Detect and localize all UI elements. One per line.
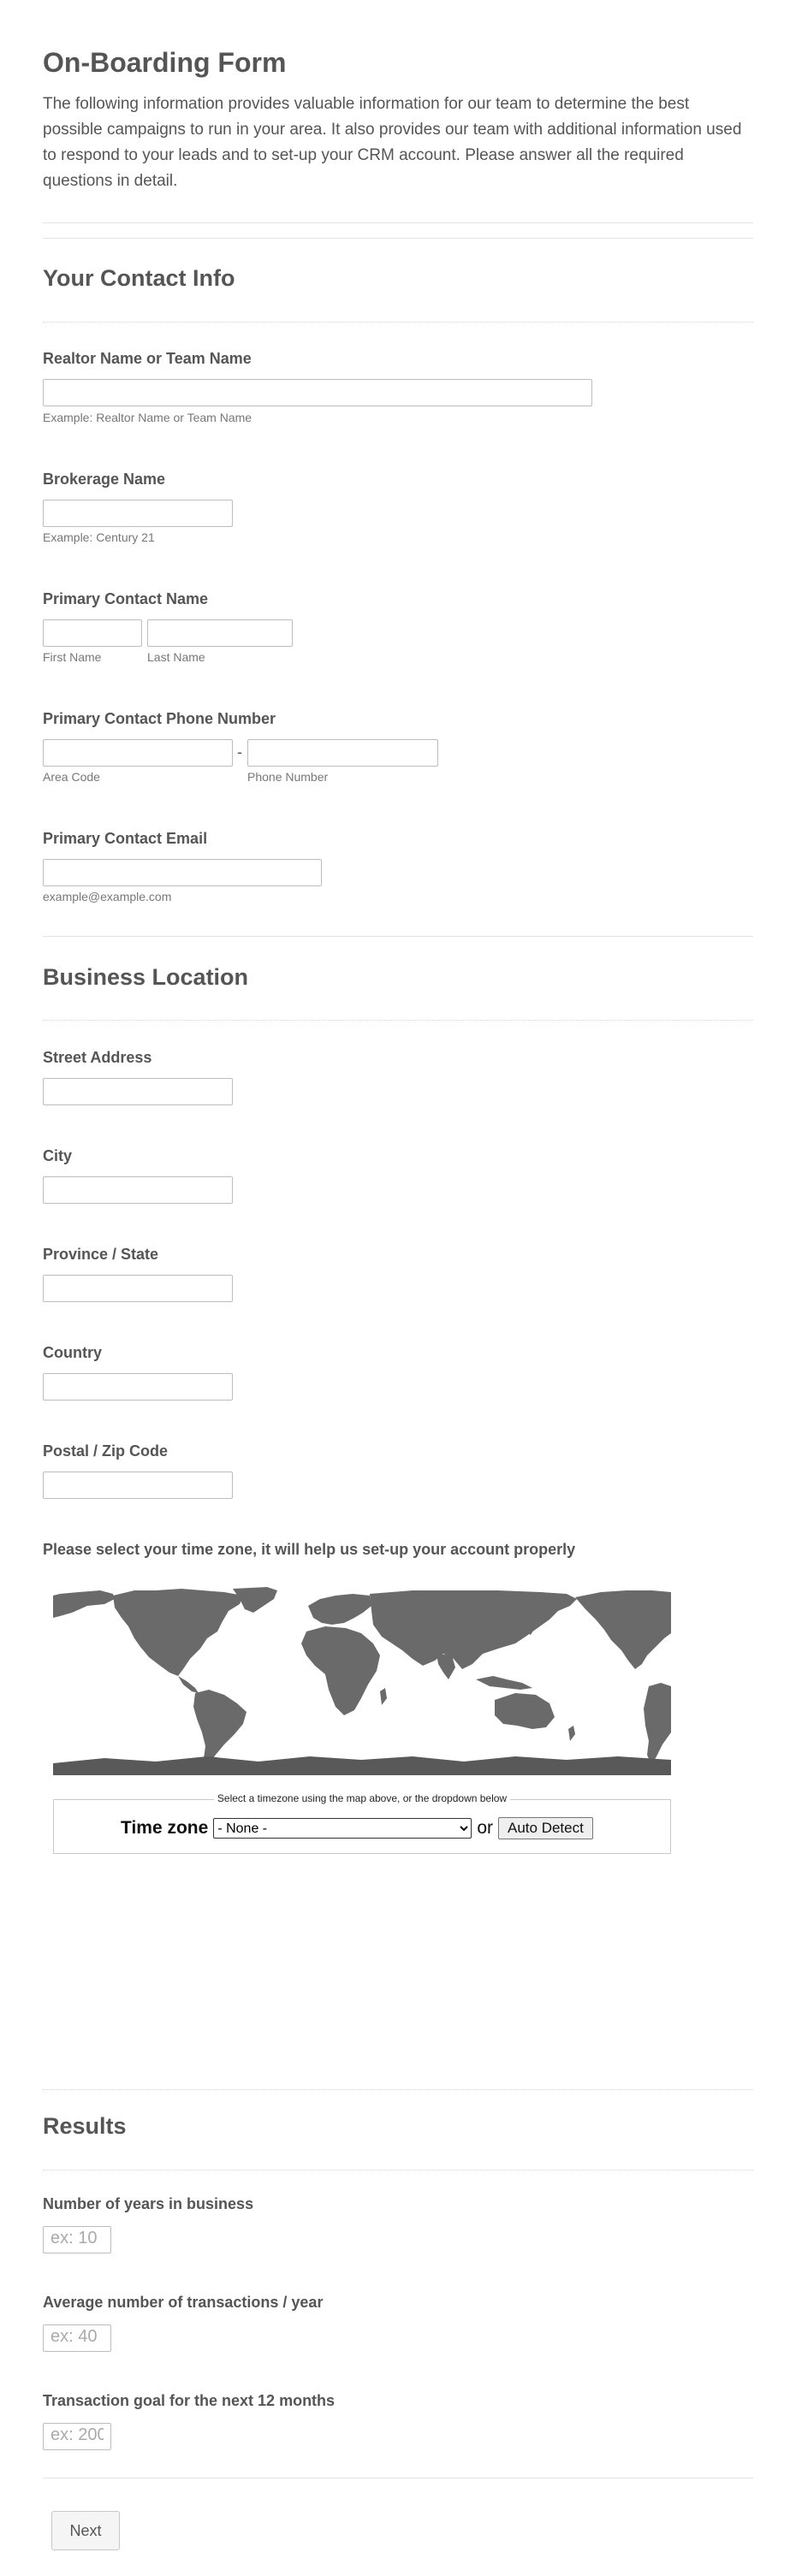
divider: [43, 1020, 753, 1021]
page-title: On-Boarding Form: [43, 47, 287, 78]
last-name-hint: Last Name: [147, 650, 205, 664]
brokerage-label: Brokerage Name: [43, 471, 166, 488]
first-name-hint: First Name: [43, 650, 102, 664]
area-code-hint: Area Code: [43, 770, 100, 784]
intro-text: The following information provides valua…: [43, 95, 742, 190]
goal-label: Transaction goal for the next 12 months: [43, 2392, 336, 2409]
realtor-name-input[interactable]: [43, 379, 592, 406]
timezone-question: Please select your time zone, it will he…: [43, 1541, 576, 1558]
brokerage-input[interactable]: [43, 500, 233, 527]
realtor-name-label: Realtor Name or Team Name: [43, 350, 252, 367]
phone-number-hint: Phone Number: [247, 770, 329, 784]
primary-name-label: Primary Contact Name: [43, 590, 209, 607]
timezone-legend: Select a timezone using the map above, o…: [54, 1792, 670, 1804]
or-text: or: [477, 1818, 493, 1838]
divider: [43, 322, 753, 323]
brokerage-hint: Example: Century 21: [43, 530, 155, 544]
phone-label: Primary Contact Phone Number: [43, 710, 276, 727]
timezone-world-map[interactable]: [53, 1587, 671, 1775]
country-input[interactable]: [43, 1373, 233, 1401]
next-button[interactable]: Next: [51, 2511, 120, 2550]
divider: [43, 2089, 753, 2090]
area-code-input[interactable]: [43, 739, 233, 767]
state-label: Province / State: [43, 1246, 159, 1263]
transactions-label: Average number of transactions / year: [43, 2294, 324, 2311]
email-label: Primary Contact Email: [43, 830, 208, 847]
phone-separator: -: [237, 743, 242, 761]
divider: [43, 222, 753, 223]
section-heading-location: Business Location: [43, 964, 249, 990]
phone-number-input[interactable]: [247, 739, 438, 767]
street-label: Street Address: [43, 1049, 152, 1066]
transactions-input[interactable]: [43, 2324, 111, 2352]
section-heading-contact: Your Contact Info: [43, 265, 235, 291]
timezone-dropdown[interactable]: - None -: [213, 1818, 472, 1839]
zip-label: Postal / Zip Code: [43, 1442, 169, 1460]
timezone-selector: Select a timezone using the map above, o…: [53, 1792, 671, 1854]
goal-input[interactable]: [43, 2423, 111, 2450]
email-hint: example@example.com: [43, 890, 172, 903]
auto-detect-button[interactable]: Auto Detect: [498, 1817, 593, 1839]
email-input[interactable]: [43, 859, 322, 886]
years-label: Number of years in business: [43, 2195, 254, 2212]
divider: [43, 936, 753, 937]
section-heading-results: Results: [43, 2113, 127, 2139]
street-input[interactable]: [43, 1078, 233, 1105]
first-name-input[interactable]: [43, 619, 142, 647]
zip-input[interactable]: [43, 1472, 233, 1499]
timezone-label: Time zone: [121, 1818, 209, 1838]
city-label: City: [43, 1147, 73, 1164]
divider: [43, 238, 753, 239]
world-map-graphic: [53, 1587, 671, 1775]
last-name-input[interactable]: [147, 619, 293, 647]
years-input[interactable]: [43, 2226, 111, 2253]
country-label: Country: [43, 1344, 102, 1361]
realtor-name-hint: Example: Realtor Name or Team Name: [43, 411, 252, 424]
city-input[interactable]: [43, 1176, 233, 1204]
state-input[interactable]: [43, 1275, 233, 1302]
